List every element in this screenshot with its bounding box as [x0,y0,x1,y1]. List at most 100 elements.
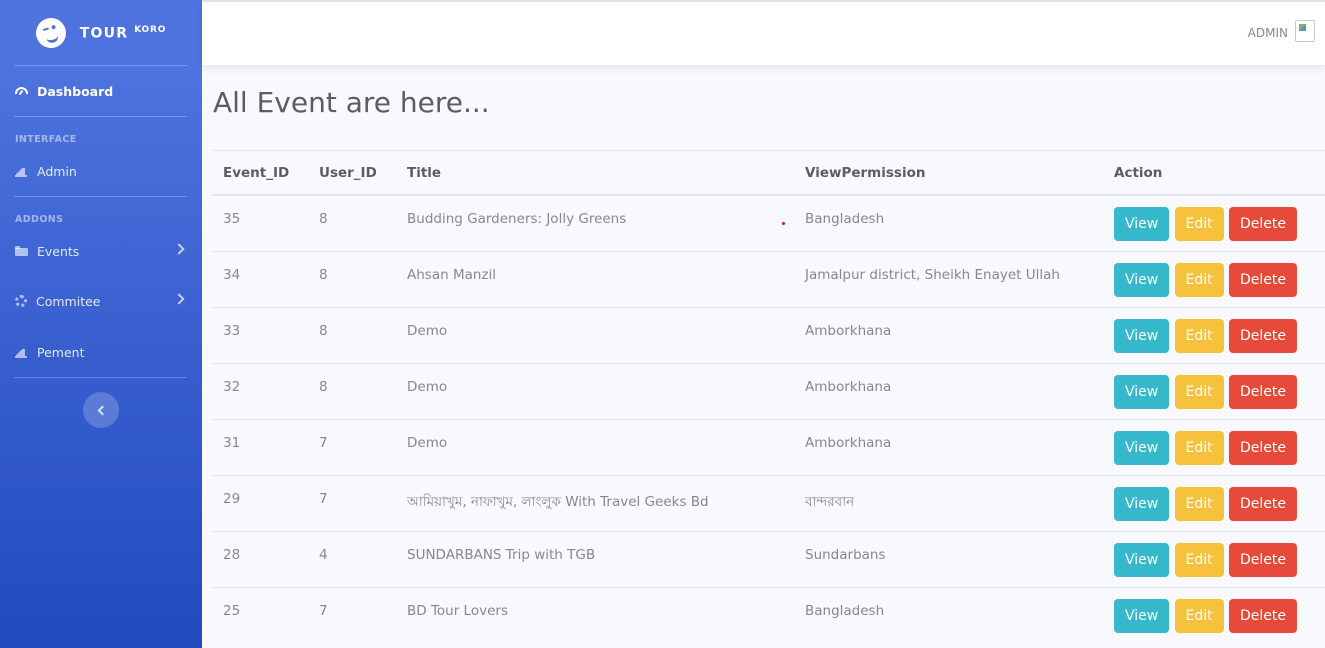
cell-event-id: 29 [212,474,308,531]
edit-button[interactable]: Edit [1174,318,1224,353]
sidebar-item-label: Dashboard [37,83,114,99]
column-header-user-id: User_ID [308,150,396,196]
sidebar-item-admin[interactable]: Admin [15,161,187,181]
cell-view-permission: Amborkhana [794,418,1103,475]
table-row: 32 8 Demo Amborkhana View Edit Delete [212,362,1325,419]
view-button[interactable]: View [1114,262,1170,297]
delete-button[interactable]: Delete [1228,430,1297,465]
folder-icon [15,246,28,256]
view-button[interactable]: View [1114,207,1170,241]
table-row: 28 4 SUNDARBANS Trip with TGB Sundarbans… [212,530,1325,587]
delete-button[interactable]: Delete [1228,542,1297,577]
tachometer-icon [15,86,28,94]
sidebar-toggle-button[interactable] [83,392,119,428]
cell-view-permission: Amborkhana [794,362,1103,419]
cell-view-permission: বান্দরবান [794,474,1103,531]
edit-button[interactable]: Edit [1174,207,1224,241]
table-row: 34 8 Ahsan Manzil Jamalpur district, She… [212,250,1325,307]
delete-button[interactable]: Delete [1228,318,1297,353]
cell-user-id: 8 [308,306,396,363]
cell-view-permission: Bangladesh [794,586,1103,643]
cell-event-id: 34 [212,250,308,307]
delete-button[interactable]: Delete [1228,598,1297,633]
cell-actions: View Edit Delete [1103,362,1325,419]
sidebar-item-label: Pement [37,344,85,360]
sidebar-item-label: Admin [37,163,77,179]
cell-event-id: 32 [212,362,308,419]
sidebar-item-events[interactable]: Events [15,241,187,261]
cell-user-id: 7 [308,474,396,531]
cell-user-id: 8 [308,362,396,419]
cell-event-id: 35 [212,194,308,251]
topbar: ADMIN [202,2,1325,65]
sidebar: TOUR KORO Dashboard INTERFACE Admin ADDON… [0,0,202,648]
cell-actions: View Edit Delete [1103,418,1325,475]
sidebar-item-label: Events [37,243,80,259]
edit-button[interactable]: Edit [1174,374,1224,409]
brand-link[interactable]: TOUR KORO [0,0,202,66]
table-row: 35 8 Budding Gardeners: Jolly Greens Ban… [212,194,1325,251]
view-button[interactable]: View [1114,486,1170,521]
delete-button[interactable]: Delete [1228,262,1297,297]
edit-button[interactable]: Edit [1174,486,1224,521]
edit-button[interactable]: Edit [1174,430,1224,465]
cell-title: Budding Gardeners: Jolly Greens [396,194,794,251]
red-dot-marker [782,222,785,225]
chart-area-icon [15,347,28,358]
sidebar-heading-interface: INTERFACE [15,134,77,145]
view-button[interactable]: View [1114,542,1170,577]
cell-event-id: 25 [212,586,308,643]
brand-name: TOUR KORO [79,24,167,42]
events-table: Event_ID User_ID Title ViewPermission Ac… [212,150,1325,643]
delete-button[interactable]: Delete [1228,207,1297,241]
sidebar-item-dashboard[interactable]: Dashboard [15,81,187,101]
table-header-row: Event_ID User_ID Title ViewPermission Ac… [212,150,1325,196]
cell-view-permission: Sundarbans [794,530,1103,587]
cell-user-id: 4 [308,530,396,587]
table-row: 25 7 BD Tour Lovers Bangladesh View Edit… [212,586,1325,643]
chevron-right-icon [173,293,185,305]
edit-button[interactable]: Edit [1174,598,1224,633]
cell-view-permission: Jamalpur district, Sheikh Enayet Ullah [794,250,1103,307]
page-title: All Event are here... [213,86,490,119]
table-row: 33 8 Demo Amborkhana View Edit Delete [212,306,1325,363]
cog-icon [15,295,27,307]
table-row: 31 7 Demo Amborkhana View Edit Delete [212,418,1325,475]
cell-title: Ahsan Manzil [396,250,794,307]
chart-area-icon [15,166,28,177]
view-button[interactable]: View [1114,430,1170,465]
column-header-title: Title [396,150,794,196]
sidebar-item-label: Commitee [36,293,101,309]
cell-title: SUNDARBANS Trip with TGB [396,530,794,587]
cell-actions: View Edit Delete [1103,474,1325,531]
chevron-left-icon [97,405,108,415]
cell-title: Demo [396,362,794,419]
laugh-wink-icon [32,14,70,52]
user-name[interactable]: ADMIN [1248,26,1288,40]
view-button[interactable]: View [1114,374,1170,409]
cell-title: Demo [396,306,794,363]
view-button[interactable]: View [1114,598,1170,633]
sidebar-item-commitee[interactable]: Commitee [15,291,187,311]
cell-event-id: 31 [212,418,308,475]
cell-actions: View Edit Delete [1103,586,1325,643]
cell-event-id: 33 [212,306,308,363]
delete-button[interactable]: Delete [1228,486,1297,521]
delete-button[interactable]: Delete [1228,374,1297,409]
column-header-event-id: Event_ID [212,150,308,196]
edit-button[interactable]: Edit [1174,262,1224,297]
sidebar-divider [14,377,187,378]
cell-user-id: 8 [308,194,396,251]
cell-actions: View Edit Delete [1103,530,1325,587]
cell-title: আমিয়াখুম, নাফাখুম, লাংলুক With Travel G… [396,474,794,531]
cell-user-id: 7 [308,586,396,643]
column-header-view-permission: ViewPermission [794,150,1103,196]
sidebar-item-pement[interactable]: Pement [15,342,187,362]
cell-event-id: 28 [212,530,308,587]
cell-actions: View Edit Delete [1103,306,1325,363]
edit-button[interactable]: Edit [1174,542,1224,577]
view-button[interactable]: View [1114,318,1170,353]
column-header-action: Action [1103,150,1325,196]
user-avatar[interactable] [1295,20,1315,42]
sidebar-heading-addons: ADDONS [15,214,64,225]
